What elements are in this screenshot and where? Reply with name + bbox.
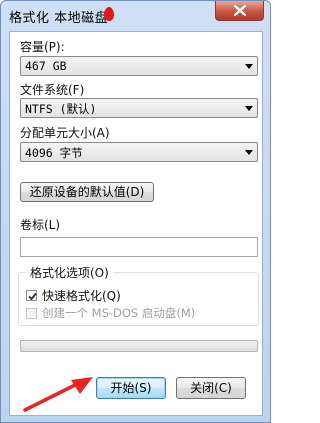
close-icon — [234, 5, 246, 16]
capacity-select[interactable]: 467 GB — [20, 56, 258, 76]
checkmark-icon — [28, 292, 37, 301]
dialog-body: 容量(P): 467 GB 文件系统(F) NTFS (默认) 分配单元大小(A… — [9, 31, 263, 416]
quick-format-checkbox[interactable] — [26, 290, 37, 301]
close-button[interactable]: 关闭(C) — [176, 377, 246, 399]
red-marker-icon — [104, 7, 114, 21]
filesystem-label: 文件系统(F) — [20, 83, 85, 97]
format-dialog: 格式化 本地磁盘 容量(P): 467 GB 文件系统(F) NTFS (默认)… — [0, 0, 271, 423]
quick-format-label[interactable]: 快速格式化(Q) — [42, 287, 121, 304]
volume-label: 卷标(L) — [20, 218, 61, 232]
capacity-value: 467 GB — [25, 59, 67, 73]
window-close-button[interactable] — [215, 1, 264, 21]
format-progress-bar — [20, 340, 258, 352]
annotation-arrow — [23, 377, 93, 412]
filesystem-value: NTFS (默认) — [25, 102, 97, 116]
start-button[interactable]: 开始(S) — [96, 377, 166, 399]
msdos-startup-label: 创建一个 MS-DOS 启动盘(M) — [42, 306, 196, 320]
dropdown-arrow-icon — [245, 106, 253, 111]
filesystem-select[interactable]: NTFS (默认) — [20, 98, 258, 118]
window-title: 格式化 本地磁盘 — [9, 11, 109, 26]
allocation-select[interactable]: 4096 字节 — [20, 142, 258, 162]
volume-label-input[interactable] — [20, 237, 258, 257]
capacity-label: 容量(P): — [20, 40, 65, 54]
restore-defaults-button[interactable]: 还原设备的默认值(D) — [20, 182, 154, 202]
allocation-label: 分配单元大小(A) — [20, 126, 110, 140]
allocation-value: 4096 字节 — [25, 146, 83, 160]
msdos-startup-checkbox[interactable] — [26, 308, 37, 319]
title-bar[interactable]: 格式化 本地磁盘 — [1, 1, 270, 31]
format-options-title: 格式化选项(O) — [26, 264, 113, 281]
dropdown-arrow-icon — [245, 64, 253, 69]
dropdown-arrow-icon — [245, 150, 253, 155]
